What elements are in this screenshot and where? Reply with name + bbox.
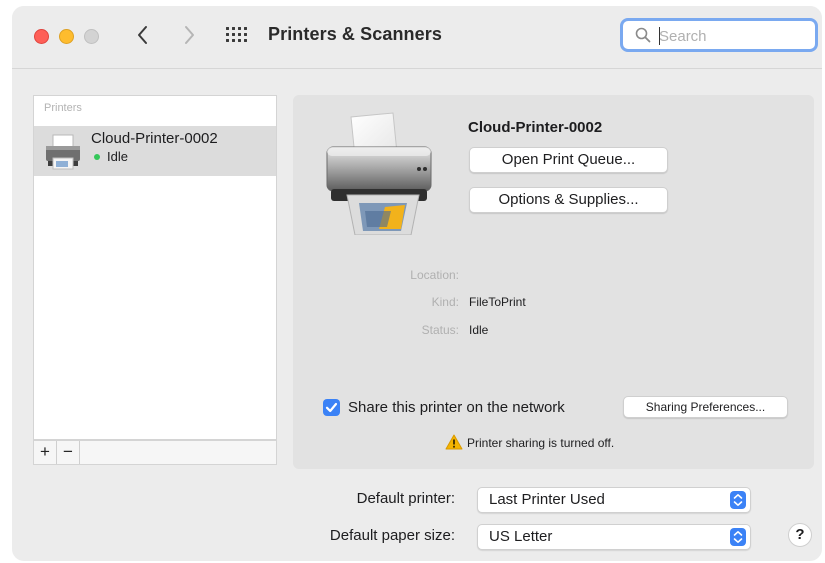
help-button[interactable]: ?: [788, 523, 812, 547]
window-title: Printers & Scanners: [268, 24, 442, 44]
default-paper-size-select[interactable]: US Letter: [477, 524, 751, 550]
printers-scanners-window: Printers & Scanners Search Printers Clou…: [12, 6, 822, 561]
printer-status: Idle: [107, 149, 128, 164]
checkmark-icon: [325, 402, 338, 413]
default-printer-select[interactable]: Last Printer Used: [477, 487, 751, 513]
printer-detail-name: Cloud-Printer-0002: [468, 119, 603, 136]
printers-list-header: Printers: [44, 102, 82, 114]
search-placeholder: Search: [659, 28, 707, 45]
status-label: Status:: [421, 323, 459, 337]
search-icon: [635, 27, 651, 43]
close-window-button[interactable]: [34, 29, 49, 44]
chevron-left-icon: [138, 26, 147, 44]
open-print-queue-button[interactable]: Open Print Queue...: [469, 147, 668, 173]
kind-label: Kind:: [431, 295, 459, 309]
printer-list-item[interactable]: Cloud-Printer-0002 Idle: [34, 126, 276, 176]
sharing-preferences-button[interactable]: Sharing Preferences...: [623, 396, 788, 418]
zoom-window-button[interactable]: [84, 29, 99, 44]
toolbar: Printers & Scanners Search: [12, 6, 822, 69]
default-printer-label: Default printer:: [356, 490, 455, 507]
idle-status-dot: [94, 154, 100, 160]
default-printer-value: Last Printer Used: [489, 491, 605, 508]
chevron-right-icon: [185, 26, 194, 44]
default-paper-size-value: US Letter: [489, 528, 553, 545]
list-controls: + −: [33, 440, 277, 465]
location-label: Location:: [410, 268, 459, 282]
share-printer-checkbox[interactable]: [323, 399, 340, 416]
printer-detail-panel: Cloud-Printer-0002 Open Print Queue... O…: [293, 95, 814, 469]
printer-name: Cloud-Printer-0002: [91, 130, 218, 147]
share-printer-label[interactable]: Share this printer on the network: [348, 399, 565, 416]
popup-arrows-icon: [730, 528, 746, 546]
default-paper-size-label: Default paper size:: [329, 527, 455, 544]
kind-value: FileToPrint: [469, 295, 526, 309]
add-printer-button[interactable]: +: [34, 441, 57, 464]
printer-icon: [46, 134, 80, 170]
sharing-warning-text: Printer sharing is turned off.: [467, 436, 615, 450]
remove-printer-button[interactable]: −: [57, 441, 80, 464]
back-button[interactable]: [129, 20, 157, 50]
printer-large-icon: [326, 112, 432, 235]
warning-icon: [445, 434, 463, 450]
printers-list[interactable]: Printers Cloud-Printer-0002 Idle: [33, 95, 277, 440]
show-all-grid-icon[interactable]: [226, 26, 248, 44]
popup-arrows-icon: [730, 491, 746, 509]
text-cursor: [659, 27, 660, 45]
options-supplies-button[interactable]: Options & Supplies...: [469, 187, 668, 213]
minimize-window-button[interactable]: [59, 29, 74, 44]
search-field[interactable]: Search: [620, 18, 818, 52]
status-value: Idle: [469, 323, 489, 337]
forward-button[interactable]: [175, 20, 203, 50]
